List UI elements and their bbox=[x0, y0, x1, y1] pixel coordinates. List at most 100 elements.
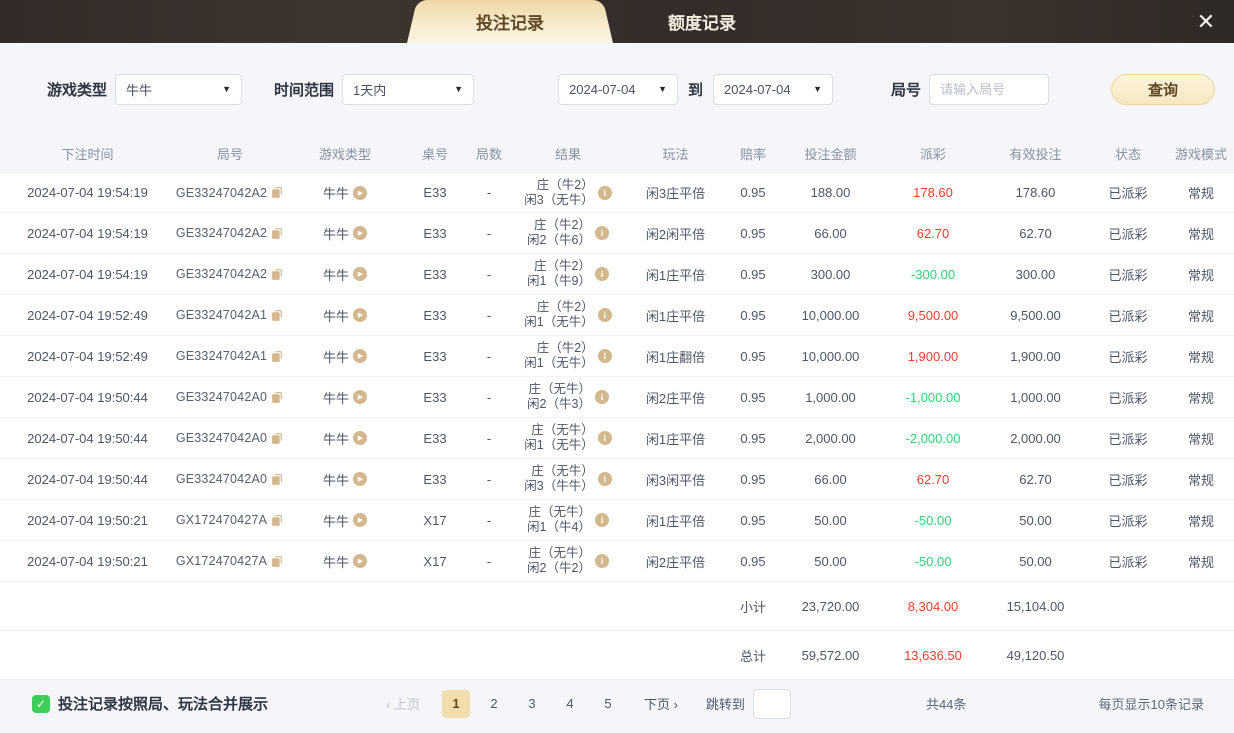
bet-time-cell: 2024-07-04 19:52:49 bbox=[27, 307, 148, 323]
payout-cell: -1,000.00 bbox=[905, 389, 961, 405]
page-button[interactable]: 5 bbox=[594, 690, 622, 718]
date-to-select[interactable]: 2024-07-04 ▼ bbox=[713, 73, 834, 105]
copy-icon[interactable] bbox=[271, 473, 284, 486]
info-icon[interactable]: i bbox=[594, 226, 609, 240]
result-cell: 庄（无牛） 闲3（牛牛） i bbox=[513, 464, 623, 494]
round-no-value: GX172470427A bbox=[175, 513, 268, 527]
page-button[interactable]: 1 bbox=[441, 689, 470, 718]
info-icon[interactable]: i bbox=[594, 267, 609, 281]
play-icon[interactable]: ▶ bbox=[353, 513, 367, 527]
filter-bar: 游戏类型 牛牛 ▼ 时间范围 1天内 ▼ 2024-07-04 ▼ 到 2024… bbox=[0, 43, 1234, 135]
prev-page-button[interactable]: ‹ 上页 bbox=[386, 694, 420, 713]
copy-icon[interactable] bbox=[271, 268, 284, 281]
col-header-round-count: 局数 bbox=[475, 147, 502, 162]
copy-icon[interactable] bbox=[271, 555, 284, 568]
round-no-cell: GE33247042A1 bbox=[175, 308, 285, 322]
page-button[interactable]: 3 bbox=[518, 690, 546, 718]
copy-icon[interactable] bbox=[271, 309, 284, 322]
merge-label: 投注记录按照局、玩法合并展示 bbox=[58, 696, 269, 713]
jump-to-input[interactable] bbox=[752, 688, 791, 719]
round-no-input[interactable] bbox=[940, 81, 1039, 97]
bet-amount-cell: 1,000.00 bbox=[805, 389, 856, 405]
jump-to: 跳转到 bbox=[706, 688, 791, 719]
result-text: 庄（牛2） 闲2（牛6） bbox=[527, 218, 591, 247]
time-range-select[interactable]: 1天内 ▼ bbox=[342, 73, 475, 105]
play-icon[interactable]: ▶ bbox=[353, 349, 367, 363]
play-cell: 闲2闲平倍 bbox=[645, 226, 706, 242]
page-button[interactable]: 4 bbox=[556, 690, 584, 718]
info-icon[interactable]: i bbox=[597, 431, 612, 445]
bet-time-cell: 2024-07-04 19:54:19 bbox=[27, 185, 148, 200]
copy-icon[interactable] bbox=[271, 432, 284, 445]
game-type-cell: 牛牛 ▶ bbox=[285, 347, 405, 366]
play-icon[interactable]: ▶ bbox=[353, 431, 367, 445]
round-no-value: GE33247042A1 bbox=[175, 349, 268, 363]
page-button[interactable]: 2 bbox=[480, 690, 508, 718]
merge-toggle: ✓ 投注记录按照局、玩法合并展示 bbox=[32, 693, 268, 714]
play-icon[interactable]: ▶ bbox=[353, 308, 367, 322]
info-icon[interactable]: i bbox=[597, 349, 612, 363]
col-header-status: 状态 bbox=[1114, 147, 1141, 162]
play-icon[interactable]: ▶ bbox=[353, 390, 367, 404]
valid-bet-cell: 62.70 bbox=[1019, 225, 1052, 241]
game-mode-cell: 常规 bbox=[1187, 349, 1214, 365]
result-cell: 庄（牛2） 闲1（牛9） i bbox=[513, 259, 623, 289]
subtotal-label: 小计 bbox=[739, 599, 766, 615]
copy-icon[interactable] bbox=[271, 514, 284, 527]
play-icon[interactable]: ▶ bbox=[353, 554, 367, 568]
play-icon[interactable]: ▶ bbox=[353, 267, 367, 281]
copy-icon[interactable] bbox=[271, 227, 284, 240]
total-bet: 59,572.00 bbox=[801, 647, 860, 663]
odds-cell: 0.95 bbox=[740, 225, 766, 241]
merge-checkbox[interactable]: ✓ bbox=[32, 694, 50, 713]
round-count-cell: - bbox=[486, 185, 492, 200]
copy-icon[interactable] bbox=[271, 350, 284, 363]
result-text: 庄（牛2） 闲3（无牛） bbox=[524, 177, 594, 207]
play-cell: 闲1庄平倍 bbox=[645, 308, 706, 324]
payout-cell: 62.70 bbox=[916, 225, 950, 241]
bet-time-cell: 2024-07-04 19:50:44 bbox=[27, 430, 148, 446]
result-cell: 庄（无牛） 闲2（牛2） i bbox=[513, 546, 623, 576]
odds-cell: 0.95 bbox=[740, 185, 766, 200]
info-icon[interactable]: i bbox=[597, 308, 612, 322]
info-icon[interactable]: i bbox=[594, 513, 609, 527]
result-cell: 庄（无牛） 闲2（牛3） i bbox=[513, 382, 623, 412]
col-header-round-no: 局号 bbox=[216, 147, 243, 162]
next-page-button[interactable]: 下页 › bbox=[644, 694, 678, 713]
bet-amount-cell: 2,000.00 bbox=[805, 430, 856, 446]
col-header-bet-time: 下注时间 bbox=[61, 147, 114, 162]
valid-bet-cell: 50.00 bbox=[1019, 512, 1052, 528]
search-button[interactable]: 查询 bbox=[1111, 73, 1216, 105]
result-text: 庄（牛2） 闲1（无牛） bbox=[524, 341, 594, 370]
copy-icon[interactable] bbox=[271, 391, 284, 404]
game-type-value: 牛牛 bbox=[322, 267, 349, 283]
status-cell: 已派彩 bbox=[1108, 308, 1148, 324]
info-icon[interactable]: i bbox=[594, 554, 609, 568]
game-type-select[interactable]: 牛牛 ▼ bbox=[115, 73, 243, 105]
info-icon[interactable]: i bbox=[597, 472, 612, 486]
result-text: 庄（无牛） 闲3（牛牛） bbox=[524, 464, 594, 493]
bet-amount-cell: 300.00 bbox=[810, 266, 851, 282]
round-no-value: GE33247042A1 bbox=[175, 308, 268, 322]
play-icon[interactable]: ▶ bbox=[353, 226, 367, 240]
play-icon[interactable]: ▶ bbox=[353, 472, 367, 486]
round-count-cell: - bbox=[486, 266, 492, 282]
bet-amount-cell: 50.00 bbox=[814, 512, 847, 528]
copy-icon[interactable] bbox=[271, 186, 284, 199]
info-icon[interactable]: i bbox=[594, 390, 609, 404]
payout-cell: 1,900.00 bbox=[907, 348, 959, 364]
game-type-value: 牛牛 bbox=[322, 472, 349, 488]
close-icon[interactable]: ✕ bbox=[1192, 8, 1220, 36]
date-from-select[interactable]: 2024-07-04 ▼ bbox=[558, 73, 679, 105]
info-icon[interactable]: i bbox=[597, 185, 612, 200]
round-count-cell: - bbox=[486, 307, 492, 323]
result-text: 庄（无牛） 闲1（无牛） bbox=[524, 423, 594, 452]
play-icon[interactable]: ▶ bbox=[353, 185, 367, 200]
tab-quota-records[interactable]: 额度记录 bbox=[595, 0, 809, 43]
game-type-value: 牛牛 bbox=[322, 349, 349, 365]
bet-time-cell: 2024-07-04 19:54:19 bbox=[27, 266, 148, 282]
round-no-value: GE33247042A2 bbox=[175, 267, 268, 281]
tab-bet-records[interactable]: 投注记录 bbox=[425, 0, 595, 43]
game-mode-cell: 常规 bbox=[1187, 186, 1214, 201]
chevron-down-icon: ▼ bbox=[813, 84, 823, 94]
